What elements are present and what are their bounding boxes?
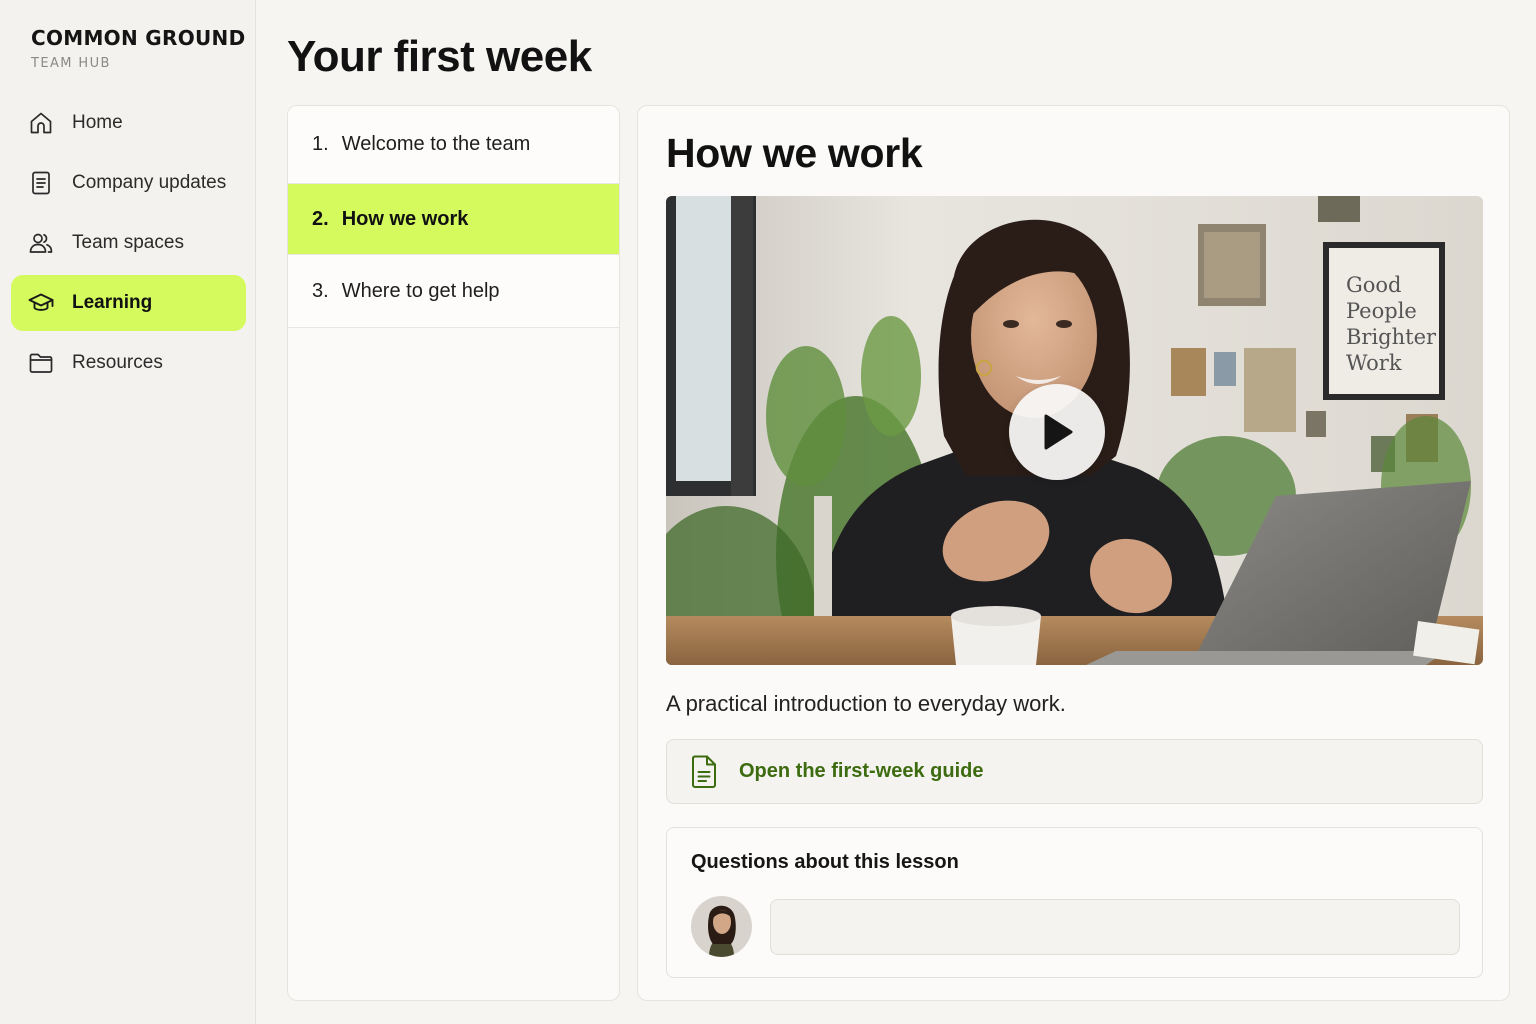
home-icon bbox=[28, 110, 54, 136]
question-input[interactable] bbox=[770, 899, 1460, 955]
svg-text:People: People bbox=[1346, 299, 1417, 323]
lesson-label: How we work bbox=[341, 207, 469, 230]
video-player[interactable]: Good People Brighter Work bbox=[666, 196, 1483, 665]
sidebar: COMMON GROUND TEAM HUB Home Company upda… bbox=[0, 0, 256, 1024]
lesson-content: How we work Good People Brighter Work A … bbox=[637, 105, 1510, 1001]
lesson-item-welcome[interactable]: 1. Welcome to the team bbox=[288, 106, 619, 184]
document-icon bbox=[689, 755, 719, 789]
graduation-cap-icon bbox=[28, 290, 54, 316]
people-icon bbox=[28, 230, 54, 256]
play-button[interactable] bbox=[1009, 384, 1105, 480]
poster-text: Good bbox=[1346, 273, 1402, 297]
first-week-guide-link[interactable]: Open the first-week guide bbox=[666, 739, 1483, 804]
sidebar-item-label: Home bbox=[72, 112, 123, 133]
lesson-item-how-we-work[interactable]: 2. How we work bbox=[288, 184, 619, 255]
lesson-list: 1. Welcome to the team 2. How we work 3.… bbox=[287, 105, 620, 1001]
folder-icon bbox=[28, 350, 54, 376]
document-icon bbox=[28, 170, 54, 196]
sidebar-item-label: Company updates bbox=[72, 172, 227, 193]
play-icon bbox=[1044, 414, 1073, 450]
lesson-label: Where to get help bbox=[341, 279, 500, 302]
lesson-title: How we work bbox=[666, 130, 923, 176]
svg-text:Brighter: Brighter bbox=[1346, 325, 1437, 349]
questions-title: Questions about this lesson bbox=[691, 851, 959, 873]
sidebar-item-learning[interactable]: Learning bbox=[11, 275, 246, 331]
questions-section: Questions about this lesson bbox=[666, 827, 1483, 978]
page-title: Your first week bbox=[287, 32, 592, 81]
sidebar-item-label: Team spaces bbox=[72, 232, 184, 253]
sidebar-item-resources[interactable]: Resources bbox=[11, 335, 246, 391]
svg-text:Work: Work bbox=[1346, 351, 1402, 375]
brand: COMMON GROUND TEAM HUB bbox=[31, 26, 246, 71]
lesson-number: 1. bbox=[312, 133, 329, 155]
brand-subtitle: TEAM HUB bbox=[31, 56, 111, 71]
lesson-description: A practical introduction to everyday wor… bbox=[666, 691, 1066, 716]
sidebar-item-company-updates[interactable]: Company updates bbox=[11, 155, 246, 211]
sidebar-nav: Home Company updates Team spaces Learnin… bbox=[11, 95, 246, 395]
sidebar-item-home[interactable]: Home bbox=[11, 95, 246, 151]
sidebar-item-label: Learning bbox=[72, 292, 153, 313]
sidebar-item-team-spaces[interactable]: Team spaces bbox=[11, 215, 246, 271]
lesson-number: 3. bbox=[312, 279, 329, 302]
lesson-label: Welcome to the team bbox=[341, 133, 531, 155]
lesson-number: 2. bbox=[312, 207, 329, 230]
lesson-item-where-to-get-help[interactable]: 3. Where to get help bbox=[288, 255, 619, 328]
brand-name: COMMON GROUND bbox=[31, 26, 246, 50]
sidebar-item-label: Resources bbox=[72, 352, 163, 373]
guide-link-label: Open the first-week guide bbox=[739, 760, 984, 782]
avatar bbox=[691, 896, 752, 957]
